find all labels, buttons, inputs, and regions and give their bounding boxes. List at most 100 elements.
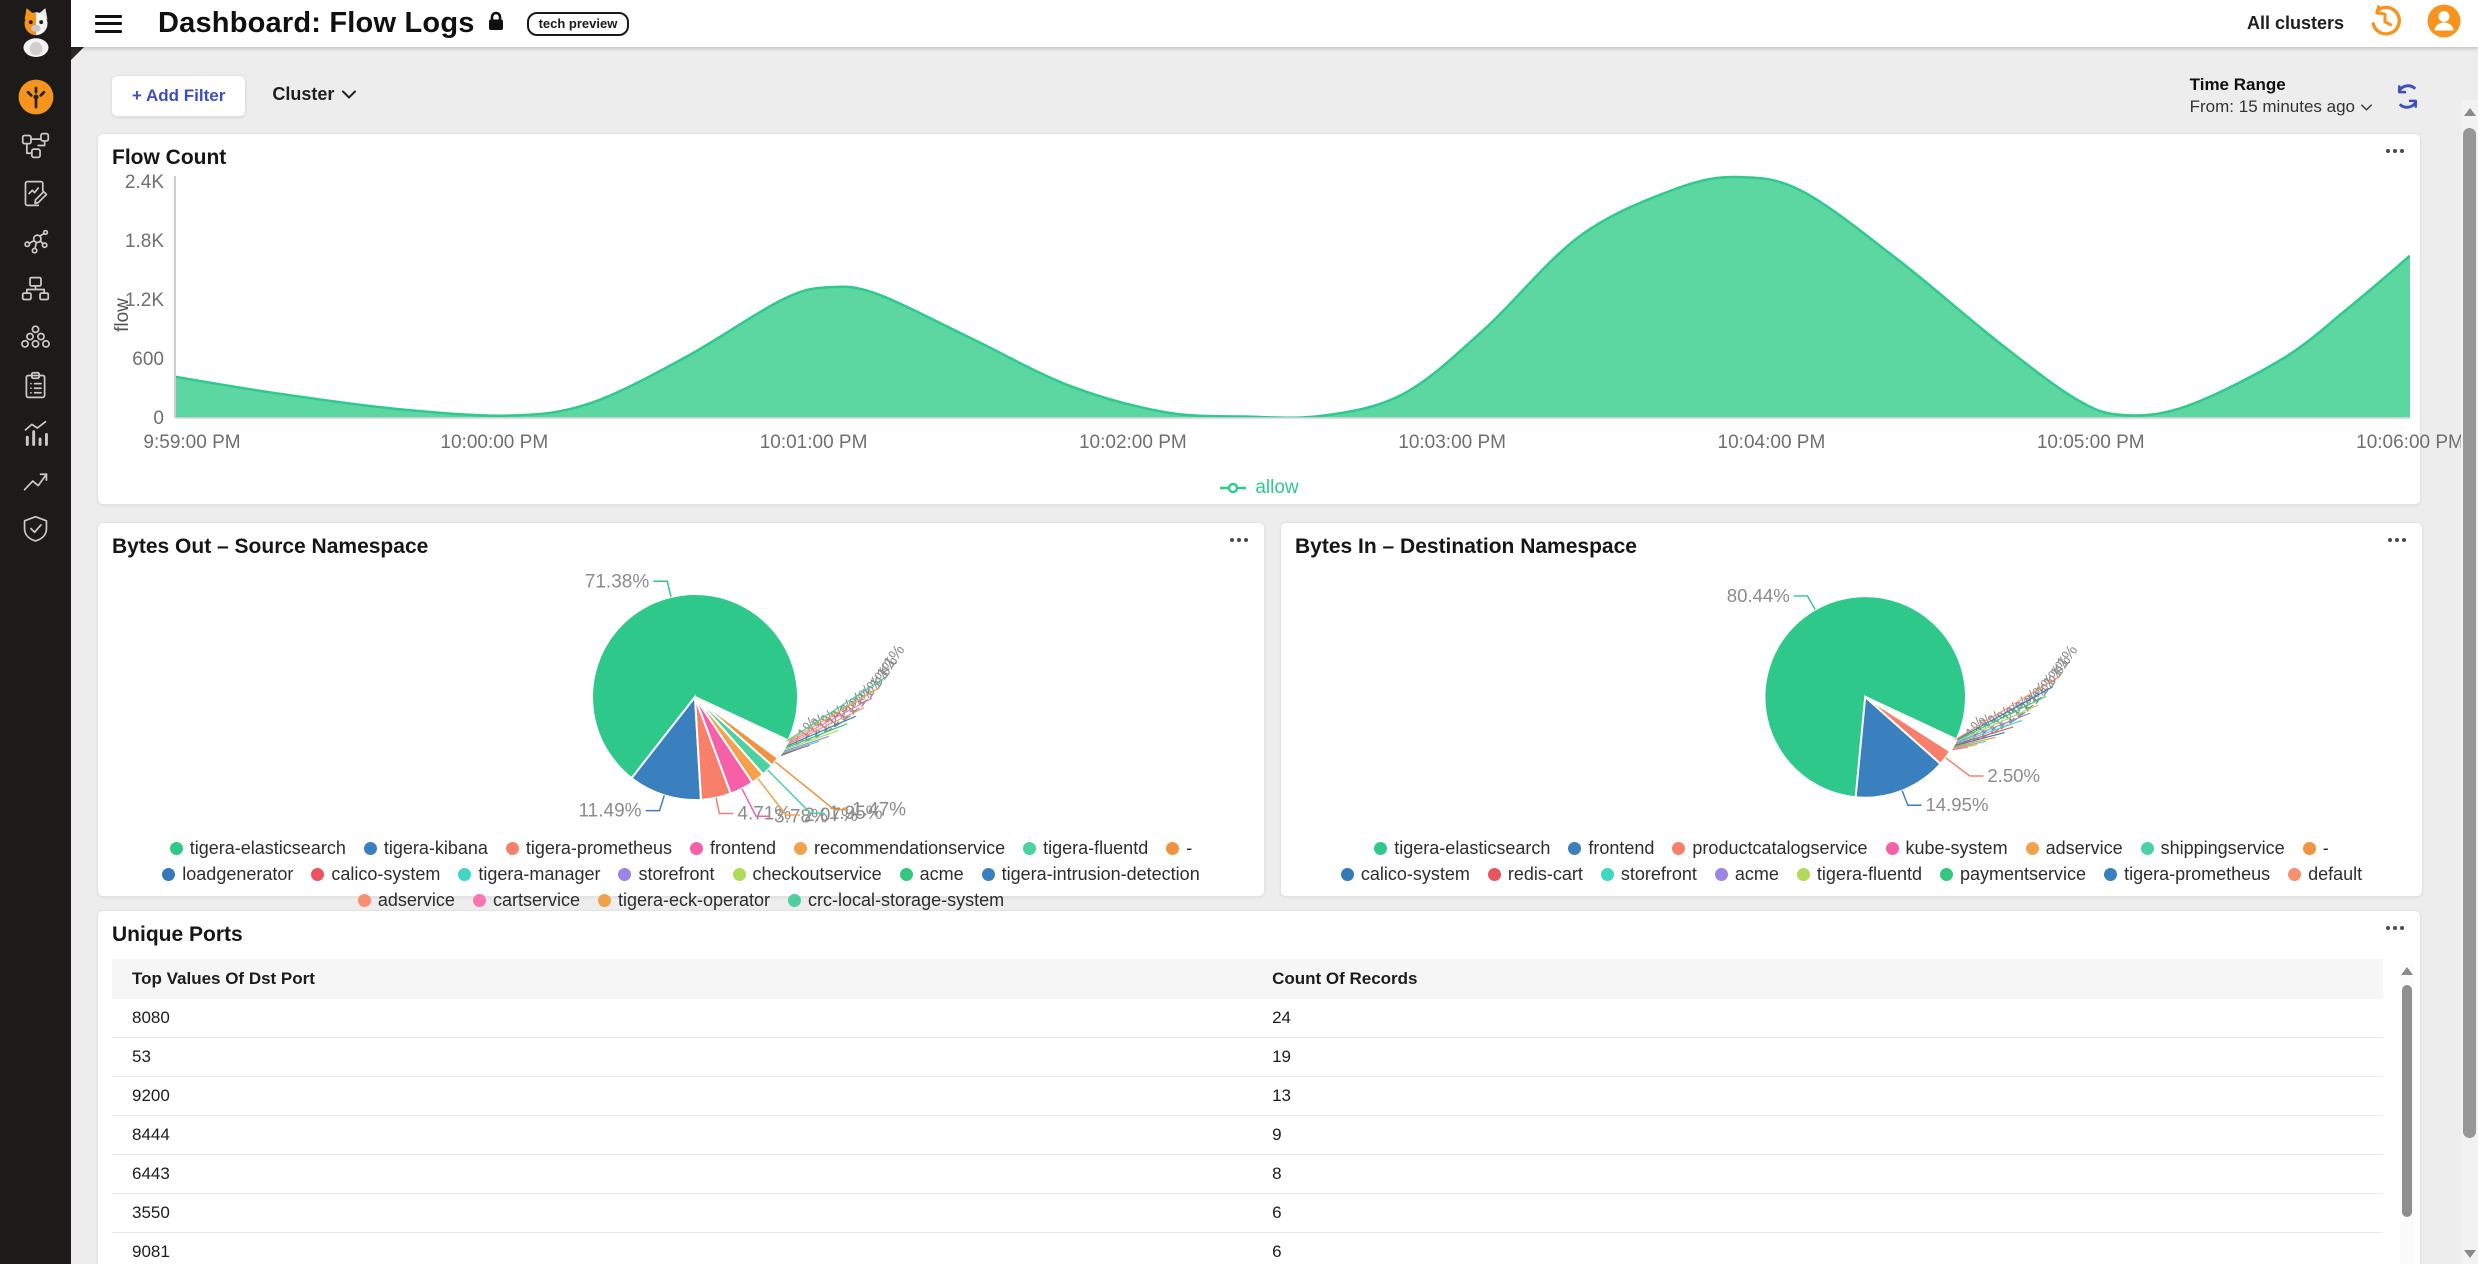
legend-item-paymentservice[interactable]: paymentservice [1940,864,2086,885]
sidebar-item-statistics[interactable] [14,417,58,449]
time-range-control: Time Range From: 15 minutes ago [2190,75,2372,117]
legend-dot-icon [358,894,371,907]
more-menu-icon[interactable] [1227,535,1248,545]
legend-dot-icon [506,842,519,855]
sidebar-item-network[interactable] [14,273,58,305]
sidebar-item-logs[interactable] [14,177,58,209]
legend-item-storefront[interactable]: storefront [1601,864,1697,885]
legend-item-adservice[interactable]: adservice [2026,838,2123,859]
bytes-in-panel: Bytes In – Destination Namespace 80.44%1… [1280,522,2423,897]
refresh-icon[interactable] [2394,83,2421,115]
more-menu-icon[interactable] [2383,146,2404,156]
panel-title: Bytes Out – Source Namespace [112,535,1250,559]
scrollbar-thumb[interactable] [2402,985,2412,1217]
legend-dot-icon [1341,868,1354,881]
pie-percent-label: 80.44% [1727,585,1790,606]
legend-item-calico-system[interactable]: calico-system [311,864,440,885]
sidebar-item-connections[interactable] [14,225,58,257]
legend-item-acme[interactable]: acme [900,864,964,885]
sidebar-item-compliance[interactable] [14,369,58,401]
calico-cat-logo[interactable] [13,6,59,63]
legend-item-tigera-kibana[interactable]: tigera-kibana [364,838,488,859]
scroll-down-icon[interactable] [2464,1250,2476,1258]
legend-item-adservice[interactable]: adservice [358,890,455,911]
legend-item-tigera-intrusion-detection[interactable]: tigera-intrusion-detection [982,864,1200,885]
legend-item-crc-local-storage-system[interactable]: crc-local-storage-system [788,890,1004,911]
cell-dst-port: 8444 [112,1116,1252,1155]
scroll-up-icon[interactable] [2401,967,2413,975]
legend-item-storefront[interactable]: storefront [618,864,714,885]
more-menu-icon[interactable] [2385,535,2406,545]
sidebar-item-dashboard[interactable] [14,81,58,113]
legend-dot-icon [598,894,611,907]
panel-title: Flow Count [112,146,2406,170]
user-avatar-icon[interactable] [2426,3,2462,44]
legend-item-shippingservice[interactable]: shippingservice [2141,838,2285,859]
flow-legend-item[interactable]: allow [112,477,2406,499]
sidebar-item-service-graph[interactable] [14,129,58,161]
legend-item-frontend[interactable]: frontend [690,838,776,859]
legend-label: storefront [1621,864,1697,885]
legend-dot-icon [311,868,324,881]
cell-dst-port: 8080 [112,999,1252,1038]
page-scrollbar[interactable] [2461,100,2478,1264]
table-scrollbar[interactable] [2400,963,2414,1264]
scrollbar-thumb[interactable] [2463,128,2476,1138]
legend-label: tigera-elasticsearch [190,838,346,859]
legend-dot-icon [690,842,703,855]
legend-item-frontend[interactable]: frontend [1568,838,1654,859]
legend-item-tigera-fluentd[interactable]: tigera-fluentd [1797,864,1922,885]
molecule-graph-icon [20,226,51,257]
legend-dot-icon [900,868,913,881]
legend-label: tigera-intrusion-detection [1002,864,1200,885]
sidebar-item-trends[interactable] [14,465,58,497]
bytes-out-legend: tigera-elasticsearch tigera-kibana tigera-… [112,838,1250,911]
legend-label: adservice [378,890,455,911]
label-leader-line [646,795,665,810]
legend-item-tigera-fluentd[interactable]: tigera-fluentd [1023,838,1148,859]
legend-item-tigera-manager[interactable]: tigera-manager [458,864,600,885]
legend-item-tigera-elasticsearch[interactable]: tigera-elasticsearch [1374,838,1550,859]
unique-ports-panel: Unique Ports Top Values Of Dst Port Coun… [97,910,2421,1264]
legend-item-calico-system[interactable]: calico-system [1341,864,1470,885]
history-clock-icon[interactable] [2368,4,2402,43]
legend-item-loadgenerator[interactable]: loadgenerator [162,864,293,885]
y-tick-label: 600 [132,349,164,370]
sidebar-item-endpoints[interactable] [14,321,58,353]
legend-dot-icon [1601,868,1614,881]
legend-label: - [1186,838,1192,859]
legend-dot-icon [1797,868,1810,881]
sidebar-item-threat-defense[interactable] [14,513,58,545]
legend-item-kube-system[interactable]: kube-system [1886,838,2008,859]
time-range-value[interactable]: From: 15 minutes ago [2190,97,2372,117]
legend-item-productcatalogservice[interactable]: productcatalogservice [1672,838,1867,859]
cell-count: 8 [1252,1155,2383,1194]
legend-item-tigera-elasticsearch[interactable]: tigera-elasticsearch [170,838,346,859]
scroll-up-icon[interactable] [2464,108,2476,116]
more-menu-icon[interactable] [2383,923,2404,933]
legend-item-default[interactable]: default [2288,864,2362,885]
pie-row: Bytes Out – Source Namespace 71.38%11.49… [97,522,2421,897]
table-row: 35506 [112,1194,2383,1233]
cluster-filter-dropdown[interactable]: Cluster [272,84,356,105]
legend-dot-icon [162,868,175,881]
legend-item-checkoutservice[interactable]: checkoutservice [733,864,882,885]
legend-item-acme[interactable]: acme [1715,864,1779,885]
legend-label: calico-system [1361,864,1470,885]
legend-item-tigera-prometheus[interactable]: tigera-prometheus [506,838,672,859]
hamburger-menu-icon[interactable] [95,15,122,33]
area-series-allow[interactable] [175,177,2410,418]
legend-item-tigera-prometheus[interactable]: tigera-prometheus [2104,864,2270,885]
gauge-dashboard-icon [17,78,55,116]
legend-label: kube-system [1906,838,2008,859]
cell-dst-port: 6443 [112,1155,1252,1194]
add-filter-button[interactable]: + Add Filter [111,75,246,117]
legend-item-recommendationservice[interactable]: recommendationservice [794,838,1005,859]
legend-label: adservice [2046,838,2123,859]
legend-item-redis-cart[interactable]: redis-cart [1488,864,1583,885]
legend-item--[interactable]: - [1166,838,1192,859]
legend-item--[interactable]: - [2303,838,2329,859]
legend-item-cartservice[interactable]: cartservice [473,890,580,911]
cluster-scope-selector[interactable]: All clusters [2247,13,2344,34]
legend-item-tigera-eck-operator[interactable]: tigera-eck-operator [598,890,770,911]
